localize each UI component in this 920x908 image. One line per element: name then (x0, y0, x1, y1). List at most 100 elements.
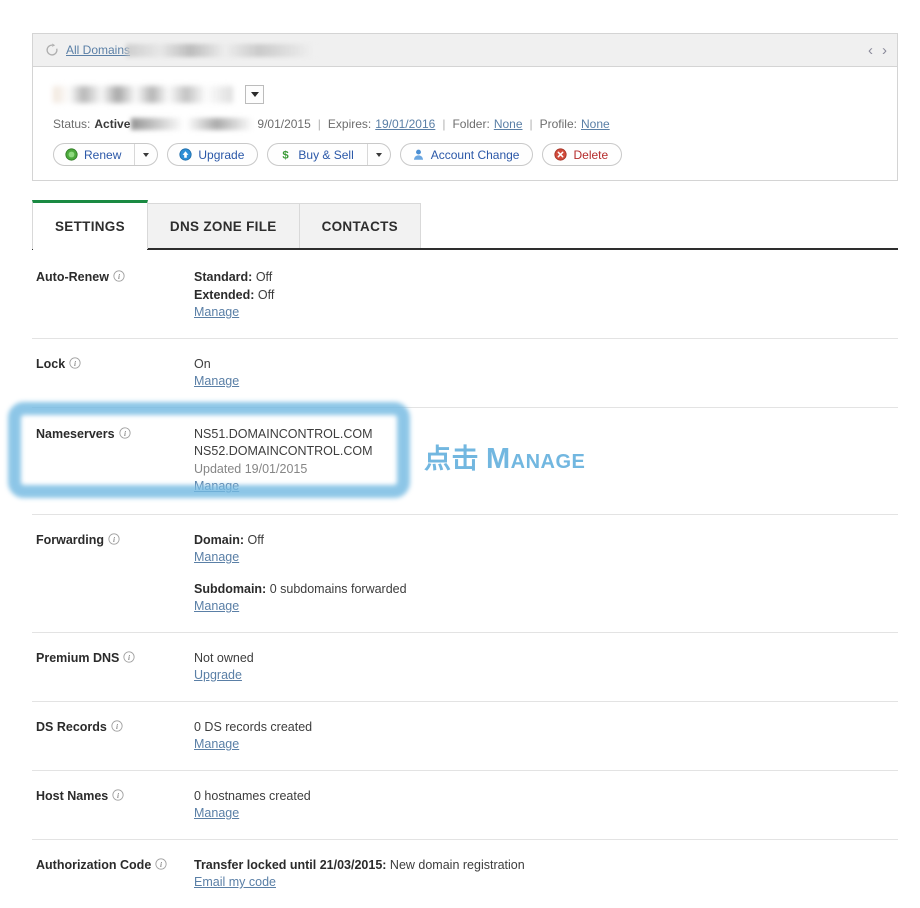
settings-tabs: SETTINGS DNS ZONE FILE CONTACTS (32, 200, 898, 249)
manage-link-lock[interactable]: Manage (194, 373, 239, 391)
svg-text:i: i (74, 359, 76, 367)
manage-link-host-names[interactable]: Manage (194, 805, 239, 823)
setting-row-lock: Lock i On Manage (32, 339, 898, 408)
domain-action-buttons: Renew Upgrade $ (53, 143, 881, 166)
setting-label-auto-renew: Auto-Renew i (36, 269, 194, 322)
setting-label-text: Premium DNS (36, 650, 119, 666)
info-icon[interactable]: i (69, 357, 81, 369)
upgrade-link-premium-dns[interactable]: Upgrade (194, 667, 242, 685)
setting-label-premium-dns: Premium DNS i (36, 650, 194, 685)
card-top-bar: All Domains ‹ › (33, 34, 897, 67)
renew-dropdown-button[interactable] (134, 144, 157, 165)
profile-value-link[interactable]: None (581, 117, 610, 131)
setting-label-text: Authorization Code (36, 857, 151, 873)
domain-title-row (53, 81, 881, 107)
info-icon[interactable]: i (113, 270, 125, 282)
chevron-down-icon (251, 92, 259, 97)
value-text: New domain registration (386, 858, 524, 872)
card-body: Status: Active 9/01/2015 | Expires: 19/0… (33, 67, 897, 180)
chevron-down-icon (143, 153, 149, 157)
upgrade-button[interactable]: Upgrade (168, 144, 257, 165)
upgrade-button-label: Upgrade (198, 148, 244, 162)
setting-label-host-names: Host Names i (36, 788, 194, 823)
renew-circle-icon (65, 148, 78, 161)
tab-contacts[interactable]: CONTACTS (299, 203, 421, 249)
info-icon[interactable]: i (123, 651, 135, 663)
annotation-text: 点击Manage (424, 445, 585, 474)
buy-sell-button-label: Buy & Sell (298, 148, 353, 162)
tab-contacts-label: CONTACTS (322, 219, 398, 234)
status-separator-1: | (318, 117, 321, 131)
buy-sell-dropdown-button[interactable] (367, 144, 390, 165)
setting-value-line: Not owned (194, 650, 898, 668)
email-my-code-link[interactable]: Email my code (194, 874, 276, 892)
nameserver-primary: NS51.DOMAINCONTROL.COM (194, 426, 898, 444)
setting-label-forwarding: Forwarding i (36, 532, 194, 616)
domain-selector-dropdown[interactable] (245, 85, 264, 104)
manage-link-forwarding-subdomain[interactable]: Manage (194, 598, 239, 616)
setting-row-ds-records: DS Records i 0 DS records created Manage (32, 702, 898, 771)
delete-button-group: Delete (542, 143, 622, 166)
status-separator-2: | (442, 117, 445, 131)
status-label: Status: (53, 117, 90, 131)
setting-label-text: Nameservers (36, 426, 115, 442)
setting-value-forwarding: Domain: Off Manage Subdomain: 0 subdomai… (194, 532, 898, 616)
redacted-date-prefix (187, 118, 253, 130)
info-icon[interactable]: i (112, 789, 124, 801)
annotation-text-cn: 点击 (424, 444, 479, 474)
setting-value-ds-records: 0 DS records created Manage (194, 719, 898, 754)
setting-label-text: Auto-Renew (36, 269, 109, 285)
next-domain-button[interactable]: › (882, 43, 887, 58)
svg-text:i: i (160, 860, 162, 868)
manage-link-ds-records[interactable]: Manage (194, 736, 239, 754)
profile-label: Profile: (540, 117, 577, 131)
account-change-button[interactable]: Account Change (401, 144, 533, 165)
chevron-down-icon (376, 153, 382, 157)
delete-button-label: Delete (573, 148, 608, 162)
setting-value-line: Domain: Off (194, 532, 898, 550)
value-bold: Subdomain: (194, 582, 266, 596)
setting-value-premium-dns: Not owned Upgrade (194, 650, 898, 685)
renew-button[interactable]: Renew (54, 144, 134, 165)
value-text: 0 subdomains forwarded (266, 582, 406, 596)
info-icon[interactable]: i (108, 533, 120, 545)
manage-link-nameservers[interactable]: Manage (194, 478, 239, 496)
folder-value-link[interactable]: None (494, 117, 523, 131)
expires-date-link[interactable]: 19/01/2016 (375, 117, 435, 131)
status-date-fragment: 9/01/2015 (257, 117, 310, 131)
value-bold: Standard: (194, 270, 252, 284)
upgrade-arrow-icon (179, 148, 192, 161)
svg-text:i: i (128, 653, 130, 661)
tabs-underline (32, 248, 898, 250)
renew-button-group: Renew (53, 143, 158, 166)
tab-dns-zone-file[interactable]: DNS ZONE FILE (147, 203, 300, 249)
tab-settings-label: SETTINGS (55, 219, 125, 234)
info-icon[interactable]: i (155, 858, 167, 870)
manage-link-forwarding-domain[interactable]: Manage (194, 549, 239, 567)
redacted-domain-name (53, 86, 233, 103)
tab-settings[interactable]: SETTINGS (32, 200, 148, 249)
delete-button[interactable]: Delete (543, 144, 621, 165)
setting-value-line: 0 hostnames created (194, 788, 898, 806)
folder-label: Folder: (452, 117, 489, 131)
setting-label-nameservers: Nameservers i (36, 426, 194, 496)
nav-arrows: ‹ › (868, 43, 887, 58)
status-separator-3: | (530, 117, 533, 131)
info-icon[interactable]: i (111, 720, 123, 732)
upgrade-button-group: Upgrade (167, 143, 258, 166)
buy-sell-button[interactable]: $ Buy & Sell (268, 144, 366, 165)
tab-dns-zone-file-label: DNS ZONE FILE (170, 219, 277, 234)
manage-link-auto-renew[interactable]: Manage (194, 304, 239, 322)
account-change-button-group: Account Change (400, 143, 534, 166)
setting-value-line: On (194, 356, 898, 374)
all-domains-link[interactable]: All Domains (66, 43, 130, 57)
value-text: Off (244, 533, 264, 547)
refresh-icon[interactable] (45, 43, 59, 57)
expires-label: Expires: (328, 117, 371, 131)
info-icon[interactable]: i (119, 427, 131, 439)
prev-domain-button[interactable]: ‹ (868, 43, 873, 58)
svg-text:i: i (124, 429, 126, 437)
setting-label-authorization-code: Authorization Code i (36, 857, 194, 892)
setting-value-line: Transfer locked until 21/03/2015: New do… (194, 857, 898, 875)
renew-button-label: Renew (84, 148, 121, 162)
